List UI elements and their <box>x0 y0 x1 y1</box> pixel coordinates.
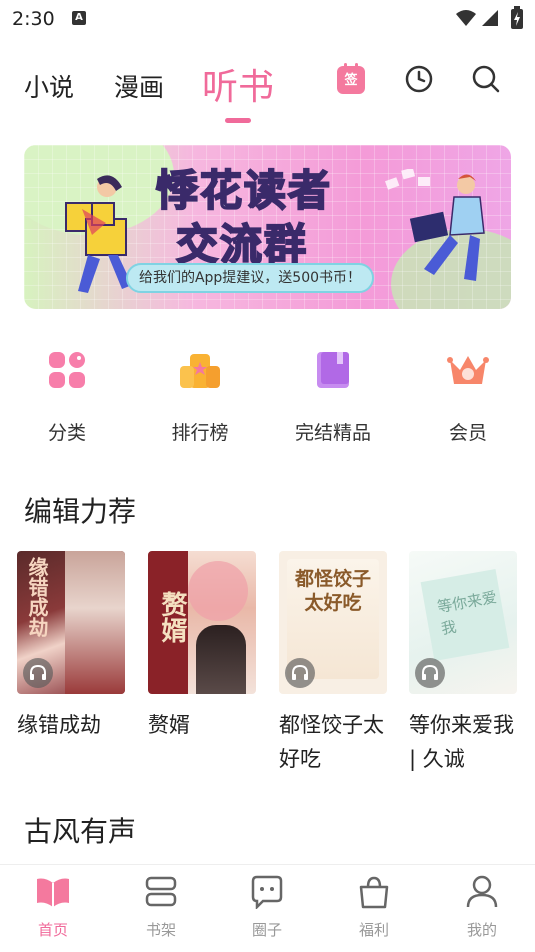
bottom-navigation: 首页 书架 圈子 福利 我的 <box>0 864 535 952</box>
sign-in-icon[interactable]: 签 <box>337 63 365 94</box>
tab-audiobook[interactable]: 听书 <box>202 58 274 110</box>
book-cover-title: 缘错成劫 <box>25 557 49 637</box>
book-cover: 赘婿 <box>148 551 256 694</box>
book-cover: 都怪饺子太好吃 <box>279 551 387 694</box>
quick-item-label: 会员 <box>448 422 487 444</box>
chat-bubble-icon <box>251 875 283 911</box>
nav-label: 首页 <box>37 921 68 939</box>
quick-item-label: 排行榜 <box>171 422 229 444</box>
nav-label: 书架 <box>145 921 176 939</box>
nav-circle[interactable]: 圈子 <box>232 875 302 940</box>
quick-item-label: 完结精品 <box>294 422 371 444</box>
book-cover: 等你来爱我 <box>409 551 517 694</box>
home-book-icon <box>37 878 69 907</box>
ranking-podium-icon <box>180 354 220 388</box>
quick-item-ranking[interactable]: 排行榜 <box>145 340 255 445</box>
section-title-editor-pick: 编辑力荐 <box>24 495 137 528</box>
book-card[interactable]: 缘错成劫 缘错成劫 <box>17 551 125 742</box>
nav-profile[interactable]: 我的 <box>447 875 517 940</box>
status-bar: 2:30 A <box>0 0 535 40</box>
book-cover-title: 都怪饺子太好吃 <box>294 568 371 614</box>
quick-item-vip[interactable]: 会员 <box>413 340 523 445</box>
completed-book-icon <box>317 352 349 388</box>
headphones-icon <box>23 658 53 688</box>
book-card[interactable]: 都怪饺子太好吃 都怪饺子太好吃 <box>279 551 387 776</box>
history-clock-icon[interactable] <box>404 64 434 94</box>
vip-crown-icon <box>447 356 489 384</box>
banner-title-line1: 悸花读者 <box>155 165 333 216</box>
section-title-ancient-audio: 古风有声 <box>24 815 137 848</box>
category-grid-icon <box>49 352 85 388</box>
nav-bookshelf[interactable]: 书架 <box>126 875 196 940</box>
bookshelf-icon <box>145 876 177 907</box>
tab-comic[interactable]: 漫画 <box>114 68 164 104</box>
nav-label: 我的 <box>466 921 497 939</box>
headphones-icon <box>415 658 445 688</box>
nav-welfare[interactable]: 福利 <box>339 875 409 940</box>
active-tab-indicator <box>225 118 251 123</box>
banner-caption: 给我们的App提建议，送500书币！ <box>126 263 374 293</box>
promo-banner[interactable]: 悸花读者 交流群 给我们的App提建议，送500书币！ <box>24 145 511 309</box>
quick-menu: 分类 排行榜 完结精品 会员 <box>0 340 535 450</box>
book-cover-title: 赘婿 <box>157 591 187 643</box>
nav-label: 圈子 <box>251 921 282 939</box>
signal-icon <box>482 10 498 26</box>
book-list: 缘错成劫 缘错成劫 赘婿 赘婿 都怪饺子太好吃 都怪饺子太好吃 等你来爱我 等你… <box>0 551 535 791</box>
book-title: 等你来爱我 | 久诚 <box>409 713 514 771</box>
nav-home[interactable]: 首页 <box>18 875 88 940</box>
headphones-icon <box>285 658 315 688</box>
banner-person-laptop-illustration <box>384 169 485 281</box>
quick-item-completed[interactable]: 完结精品 <box>278 340 388 445</box>
book-cover: 缘错成劫 <box>17 551 125 694</box>
quick-item-category[interactable]: 分类 <box>12 340 122 445</box>
status-time: 2:30 <box>12 8 55 30</box>
quick-item-label: 分类 <box>47 422 86 444</box>
gift-bag-icon <box>359 876 389 909</box>
search-icon[interactable] <box>471 64 501 94</box>
profile-icon <box>466 875 498 908</box>
wifi-icon <box>456 10 476 26</box>
book-title: 缘错成劫 <box>17 713 101 737</box>
top-navigation: 小说 漫画 听书 签 <box>0 52 535 132</box>
tab-novel[interactable]: 小说 <box>24 68 74 104</box>
notification-a-icon: A <box>72 11 86 25</box>
book-title: 都怪饺子太好吃 <box>279 713 384 771</box>
book-card[interactable]: 等你来爱我 等你来爱我 | 久诚 <box>409 551 517 776</box>
battery-icon <box>511 6 523 29</box>
book-title: 赘婿 <box>148 713 190 737</box>
book-card[interactable]: 赘婿 赘婿 <box>148 551 256 742</box>
nav-label: 福利 <box>358 921 389 939</box>
